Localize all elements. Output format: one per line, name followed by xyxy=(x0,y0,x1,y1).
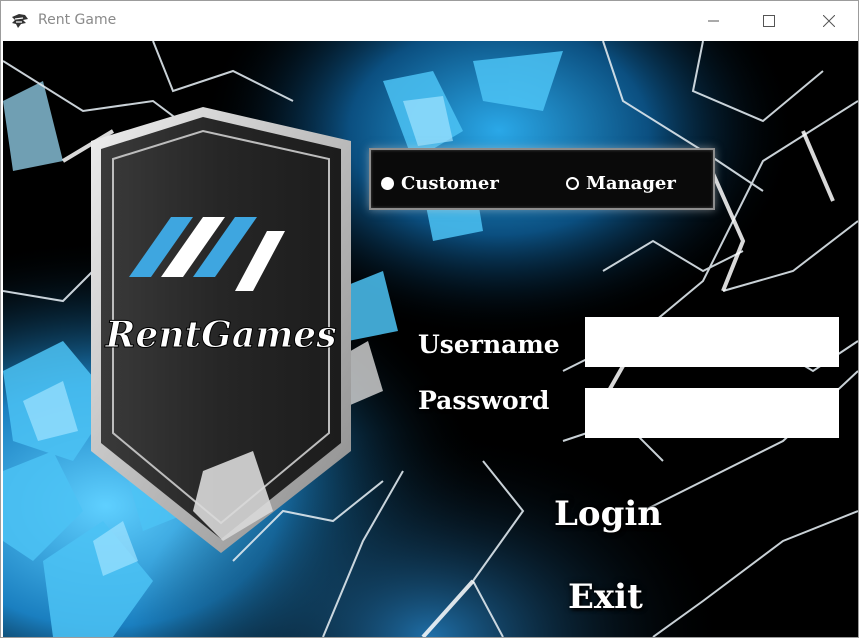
radio-unselected-icon xyxy=(566,176,579,190)
password-label: Password xyxy=(418,386,550,415)
title-bar[interactable]: Rent Game xyxy=(1,1,858,41)
logo-text: RentGames xyxy=(105,314,337,356)
radio-selected-icon xyxy=(381,176,394,190)
close-button[interactable] xyxy=(806,1,852,41)
minimize-icon xyxy=(708,20,719,22)
window-title: Rent Game xyxy=(38,12,117,28)
maximize-button[interactable] xyxy=(746,1,792,41)
manager-radio-label: Manager xyxy=(586,172,676,194)
login-form: RentGames Customer Manager Username Pass… xyxy=(3,41,858,637)
customer-radio[interactable]: Customer xyxy=(381,172,499,194)
username-label: Username xyxy=(418,330,560,359)
password-input[interactable] xyxy=(585,388,839,438)
username-input[interactable] xyxy=(585,317,839,367)
role-selector: Customer Manager xyxy=(369,148,715,210)
customer-radio-label: Customer xyxy=(401,172,499,194)
app-window: Rent Game RentGames Customer Manager Use… xyxy=(0,0,859,638)
manager-radio[interactable]: Manager xyxy=(566,172,676,194)
exit-button[interactable]: Exit xyxy=(568,577,643,617)
login-button[interactable]: Login xyxy=(554,494,662,534)
minimize-button[interactable] xyxy=(691,1,737,41)
close-icon xyxy=(823,15,835,27)
app-icon xyxy=(12,14,28,28)
maximize-icon xyxy=(763,15,775,27)
